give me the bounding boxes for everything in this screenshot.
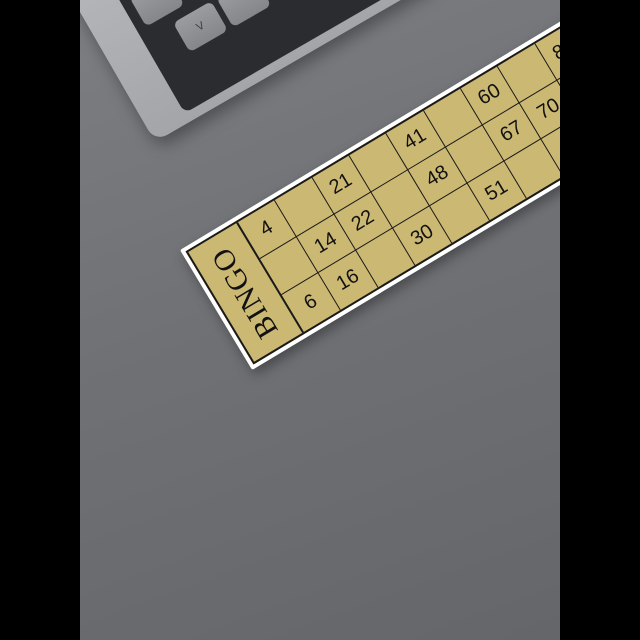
number-grid: 4214160851422486770616305190 [237, 21, 560, 332]
keyboard: B V [114, 0, 428, 114]
keyboard-key-v: V [172, 0, 229, 53]
photo-background: B V BINGO 4214160851422486770616305190 [80, 0, 560, 640]
laptop: B V [80, 0, 441, 142]
